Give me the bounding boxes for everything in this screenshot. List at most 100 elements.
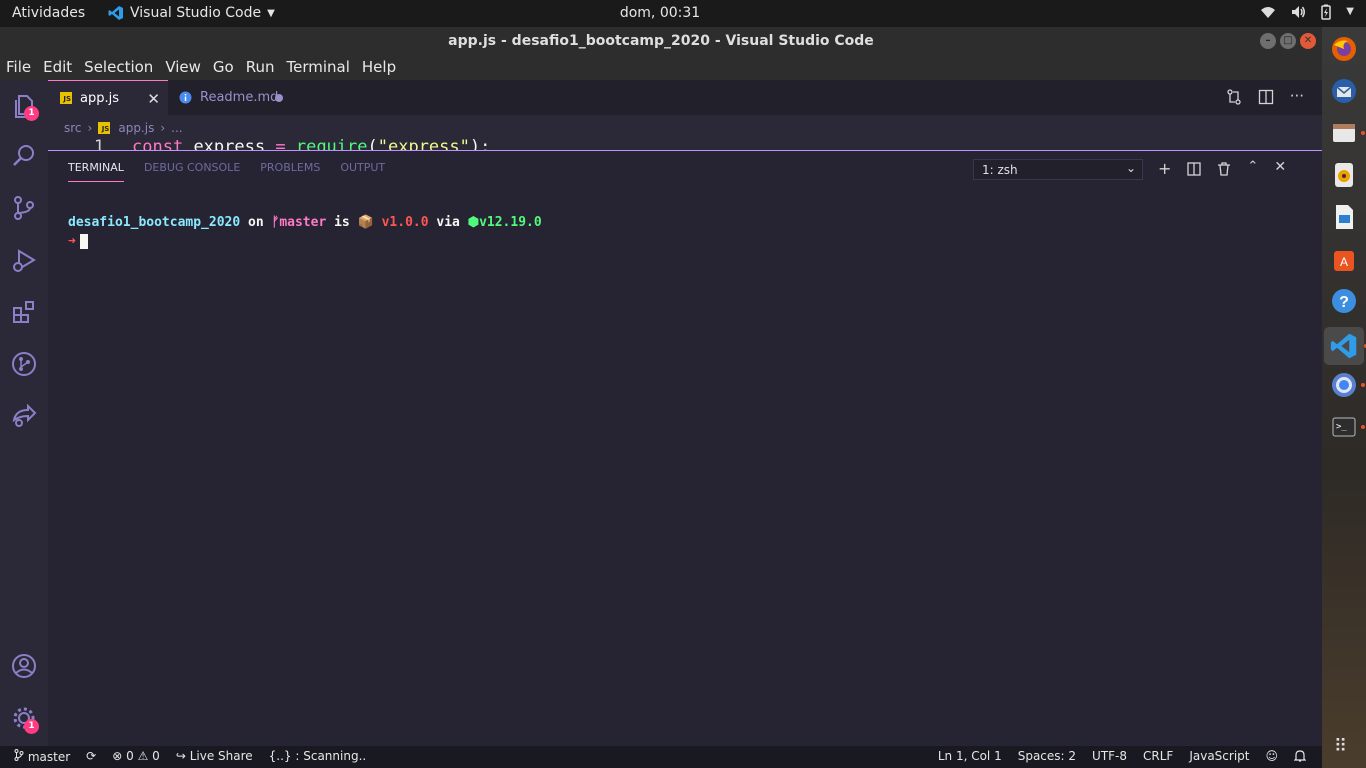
branch-icon [14,749,24,761]
terminal-dir: desafio1_bootcamp_2020 [68,215,241,230]
open-changes-icon[interactable] [1226,89,1242,105]
code-token: ); [469,137,491,150]
info-icon [179,91,192,104]
live-share-status[interactable]: ↪ Live Share [176,749,253,764]
window-title-bar[interactable]: app.js - desafio1_bootcamp_2020 - Visual… [0,27,1322,55]
svg-text:A: A [1340,255,1348,269]
tab-debug-console[interactable]: DEBUG CONSOLE [144,161,240,182]
tab-label: Readme.md [200,90,279,105]
running-indicator [1361,131,1365,135]
chrome-icon[interactable] [1330,371,1365,399]
terminal-cursor [79,234,88,249]
sync-icon[interactable]: ⟳ [86,749,96,764]
files-icon[interactable] [1330,119,1365,147]
maximize-button[interactable]: □ [1280,33,1296,49]
breadcrumb-folder[interactable]: src [64,121,82,135]
writer-icon[interactable] [1330,203,1358,231]
maximize-panel-icon[interactable]: ⌃ [1247,159,1258,178]
error-count: 0 [126,749,134,763]
split-editor-icon[interactable] [1258,89,1274,105]
menu-selection[interactable]: Selection [84,55,159,80]
code-token: express [193,137,266,150]
run-debug-icon[interactable] [10,246,38,274]
new-terminal-icon[interactable]: + [1158,159,1171,178]
menu-terminal[interactable]: Terminal [287,55,356,80]
terminal-input-line: ➜ [68,234,542,249]
code-editor[interactable]: 1 const express = require("express"); [48,137,1322,150]
end-of-line[interactable]: CRLF [1143,749,1173,763]
tab-problems[interactable]: PROBLEMS [260,161,320,182]
prompt-arrow: ➜ [68,234,76,249]
code-line: const express = require("express"); [132,137,490,150]
software-center-icon[interactable]: A [1330,245,1358,273]
menu-run[interactable]: Run [246,55,281,80]
more-actions-icon[interactable]: ··· [1290,89,1304,105]
problems-status[interactable]: ⊗ 0 ⚠ 0 [112,749,160,764]
search-icon[interactable] [10,142,38,170]
system-tray[interactable]: ▼ [1260,4,1354,20]
menu-file[interactable]: File [6,55,37,80]
breadcrumb-symbol[interactable]: ... [171,121,182,135]
help-icon[interactable]: ? [1330,287,1358,315]
tab-app-js[interactable]: JS app.js ✕ [48,80,168,115]
terminal-output[interactable]: desafio1_bootcamp_2020 on ᚠmaster is 📦 v… [68,215,542,249]
window-title: app.js - desafio1_bootcamp_2020 - Visual… [448,33,874,49]
terminal-select[interactable]: 1: zsh ⌄ [973,159,1143,180]
source-control-icon[interactable] [10,194,38,222]
tab-terminal[interactable]: TERMINAL [68,161,124,182]
editor-tabs: JS app.js ✕ Readme.md ··· [48,80,1322,115]
menu-go[interactable]: Go [213,55,240,80]
rhythmbox-icon[interactable] [1330,161,1358,189]
menu-bar: File Edit Selection View Go Run Terminal… [0,55,1322,80]
battery-icon [1321,4,1332,20]
terminal-select-value: 1: zsh [982,163,1018,177]
terminal-branch: master [279,215,327,230]
wifi-icon [1261,7,1276,18]
language-mode[interactable]: JavaScript [1189,749,1249,763]
split-terminal-icon[interactable] [1187,162,1202,176]
cursor-position[interactable]: Ln 1, Col 1 [938,749,1002,763]
indentation[interactable]: Spaces: 2 [1018,749,1076,763]
live-share-icon[interactable] [10,402,38,430]
bell-icon[interactable] [1294,749,1306,763]
clock[interactable]: dom, 00:31 [0,5,1320,21]
branch-status[interactable]: master [14,749,70,764]
extensions-icon[interactable] [10,298,38,326]
firefox-icon[interactable] [1330,35,1358,63]
git-graph-icon[interactable] [10,350,38,378]
encoding[interactable]: UTF-8 [1092,749,1127,763]
bottom-panel: TERMINAL DEBUG CONSOLE PROBLEMS OUTPUT 1… [48,150,1322,746]
feedback-icon[interactable]: ☺ [1265,749,1278,763]
tab-output[interactable]: OUTPUT [340,161,385,182]
menu-edit[interactable]: Edit [43,55,78,80]
scanning-status[interactable]: {..} : Scanning.. [269,749,367,764]
explorer-badge: 1 [24,106,39,121]
menu-help[interactable]: Help [362,55,402,80]
show-applications-icon[interactable]: ⠿ [1334,737,1354,757]
close-button[interactable]: ✕ [1300,33,1316,49]
branch-name: master [27,750,71,764]
node-icon: ⬢ [467,215,480,230]
vscode-dock-icon[interactable] [1324,327,1366,365]
svg-text:>_: >_ [1336,422,1347,432]
chevron-right-icon: › [160,121,166,135]
terminal-app-icon[interactable]: >_ [1330,413,1365,441]
thunderbird-icon[interactable] [1330,77,1358,105]
tab-readme-md[interactable]: Readme.md [169,80,297,115]
code-token: require [295,137,368,150]
breadcrumb: src › JS app.js › ... [48,115,1322,137]
menu-view[interactable]: View [165,55,207,80]
close-icon[interactable]: ✕ [147,90,160,108]
warning-icon: ⚠ [137,749,149,763]
breadcrumb-file[interactable]: app.js [118,121,154,135]
terminal-text: on [248,215,264,230]
package-icon: 📦 [357,215,374,230]
line-number: 1 [94,137,105,150]
js-file-icon: JS [60,92,72,104]
close-panel-icon[interactable]: ✕ [1274,159,1286,178]
node-version: v12.19.0 [479,215,542,230]
trash-icon[interactable] [1217,162,1231,176]
account-icon[interactable] [10,652,38,680]
error-icon: ⊗ [112,749,123,763]
minimize-button[interactable]: – [1260,33,1276,49]
